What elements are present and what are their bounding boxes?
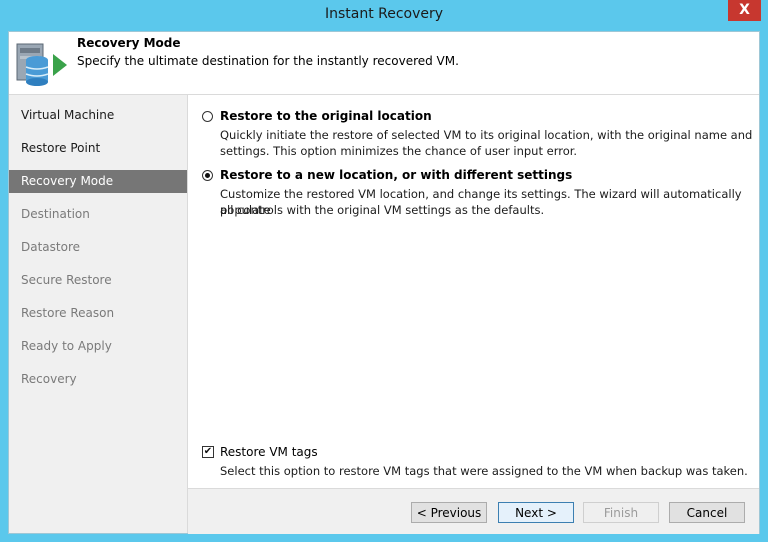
wizard-footer: < Previous Next > Finish Cancel bbox=[188, 488, 759, 534]
wizard-header: Recovery Mode Specify the ultimate desti… bbox=[9, 32, 759, 95]
restore-vm-tags-desc: Select this option to restore VM tags th… bbox=[220, 464, 748, 478]
new-location-radio[interactable] bbox=[202, 170, 213, 181]
restore-vm-tags-label[interactable]: Restore VM tags bbox=[220, 445, 318, 459]
step-restore-reason: Restore Reason bbox=[21, 306, 115, 320]
original-location-desc-line1: Quickly initiate the restore of selected… bbox=[220, 128, 753, 142]
wizard-content: Recovery Mode Specify the ultimate desti… bbox=[8, 31, 760, 534]
step-secure-restore: Secure Restore bbox=[21, 273, 112, 287]
recovery-mode-panel: Restore to the original location Quickly… bbox=[188, 95, 759, 488]
step-datastore: Datastore bbox=[21, 240, 81, 254]
previous-button[interactable]: < Previous bbox=[411, 502, 487, 523]
step-recovery-mode[interactable]: Recovery Mode bbox=[9, 170, 187, 193]
title-bar: Instant Recovery X bbox=[0, 0, 768, 31]
wizard-steps-sidebar: Virtual Machine Restore Point Recovery M… bbox=[9, 95, 188, 533]
next-button[interactable]: Next > bbox=[498, 502, 574, 523]
page-subtitle: Specify the ultimate destination for the… bbox=[77, 54, 459, 68]
finish-button: Finish bbox=[583, 502, 659, 523]
window-title: Instant Recovery bbox=[324, 6, 444, 22]
server-database-restore-icon bbox=[16, 43, 67, 86]
page-title: Recovery Mode bbox=[77, 36, 181, 50]
step-ready-to-apply: Ready to Apply bbox=[21, 339, 112, 353]
step-restore-point[interactable]: Restore Point bbox=[9, 137, 187, 160]
step-recovery: Recovery bbox=[21, 372, 77, 386]
step-destination: Destination bbox=[21, 207, 90, 221]
original-location-radio[interactable] bbox=[202, 111, 213, 122]
new-location-desc-line2: all controls with the original VM settin… bbox=[220, 203, 545, 217]
original-location-label[interactable]: Restore to the original location bbox=[220, 109, 432, 123]
instant-recovery-window: Instant Recovery X Recovery Mode Specify… bbox=[0, 0, 768, 542]
cancel-button[interactable]: Cancel bbox=[669, 502, 745, 523]
restore-vm-tags-checkbox[interactable]: ✔ bbox=[202, 446, 214, 458]
original-location-desc-line2: settings. This option minimizes the chan… bbox=[220, 144, 578, 158]
close-button[interactable]: X bbox=[728, 0, 761, 21]
new-location-label[interactable]: Restore to a new location, or with diffe… bbox=[220, 168, 572, 182]
step-virtual-machine[interactable]: Virtual Machine bbox=[9, 104, 187, 127]
